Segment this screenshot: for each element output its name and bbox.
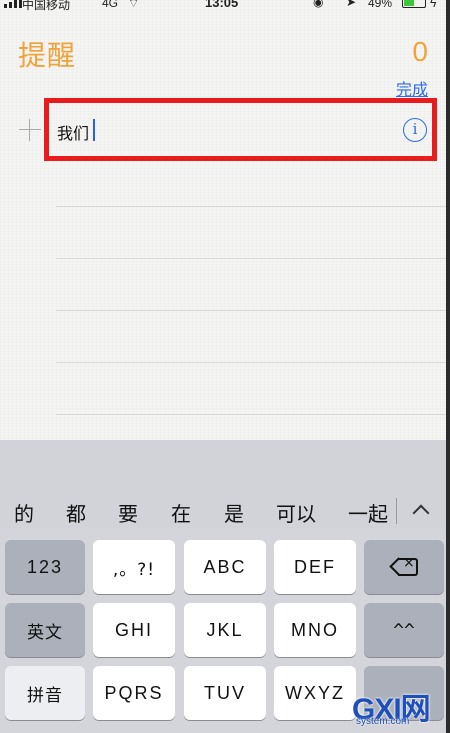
carrier-label: 中国移动 <box>22 0 71 12</box>
wxyz-key[interactable]: WXYZ <box>274 666 356 720</box>
english-key[interactable]: 英文 <box>5 603 85 657</box>
list-row-divider <box>56 258 446 259</box>
site-watermark: GXI网 system.com <box>350 682 446 733</box>
delete-key[interactable]: × <box>364 540 444 594</box>
wifi-icon: ⌔ <box>128 0 140 10</box>
ghi-key[interactable]: GHI <box>93 603 175 657</box>
def-key[interactable]: DEF <box>274 540 356 594</box>
page-title: 提醒 <box>18 39 77 72</box>
mno-key[interactable]: MNO <box>274 603 356 657</box>
tuv-key[interactable]: TUV <box>184 666 266 720</box>
numbers-key[interactable]: 123 <box>5 540 85 594</box>
location-icon: ➤ <box>346 0 357 9</box>
battery-percent: 49% <box>368 0 393 10</box>
candidate-word[interactable]: 要 <box>118 498 138 527</box>
candidate-divider <box>396 498 397 524</box>
network-label: 4G <box>102 0 119 10</box>
signal-icon <box>4 0 22 8</box>
jkl-key[interactable]: JKL <box>184 603 266 657</box>
candidate-word[interactable]: 的 <box>14 498 34 527</box>
candidate-bar: 的 都 要 在 是 可以 一起 <box>0 440 446 528</box>
list-row-divider <box>56 206 446 207</box>
candidate-word[interactable]: 可以 <box>276 498 316 527</box>
plus-icon[interactable] <box>19 119 41 141</box>
list-row-divider <box>56 414 446 415</box>
pinyin-key[interactable]: 拼音 <box>5 666 85 720</box>
list-row-divider <box>56 362 446 363</box>
charging-icon: ϟ <box>430 0 437 10</box>
pqrs-key[interactable]: PQRS <box>93 666 175 720</box>
backspace-icon: × <box>389 555 418 576</box>
candidate-word[interactable]: 在 <box>171 498 191 527</box>
status-bar: 中国移动 4G ⌔ 13:05 ◉ ➤ 49% ϟ <box>0 0 446 12</box>
reminders-screen: 中国移动 4G ⌔ 13:05 ◉ ➤ 49% ϟ 提醒 0 完成 我们 i 的… <box>0 0 446 733</box>
done-button[interactable]: 完成 <box>396 76 428 100</box>
abc-key[interactable]: ABC <box>184 540 266 594</box>
emoticon-key[interactable]: ^^ <box>364 603 444 657</box>
watermark-site: system.com <box>356 716 410 727</box>
battery-icon <box>402 0 426 8</box>
candidate-word[interactable]: 一起 <box>348 498 388 527</box>
candidate-word[interactable]: 是 <box>224 498 244 527</box>
reminder-count: 0 <box>412 36 428 67</box>
clock: 13:05 <box>205 0 239 10</box>
list-row-divider <box>56 310 446 311</box>
punctuation-key[interactable]: ,。?! <box>93 540 175 594</box>
highlight-annotation <box>44 98 437 161</box>
device-edge <box>446 0 450 733</box>
chevron-up-icon[interactable] <box>410 502 432 518</box>
candidate-word[interactable]: 都 <box>66 498 86 527</box>
orientation-lock-icon: ◉ <box>313 0 324 9</box>
